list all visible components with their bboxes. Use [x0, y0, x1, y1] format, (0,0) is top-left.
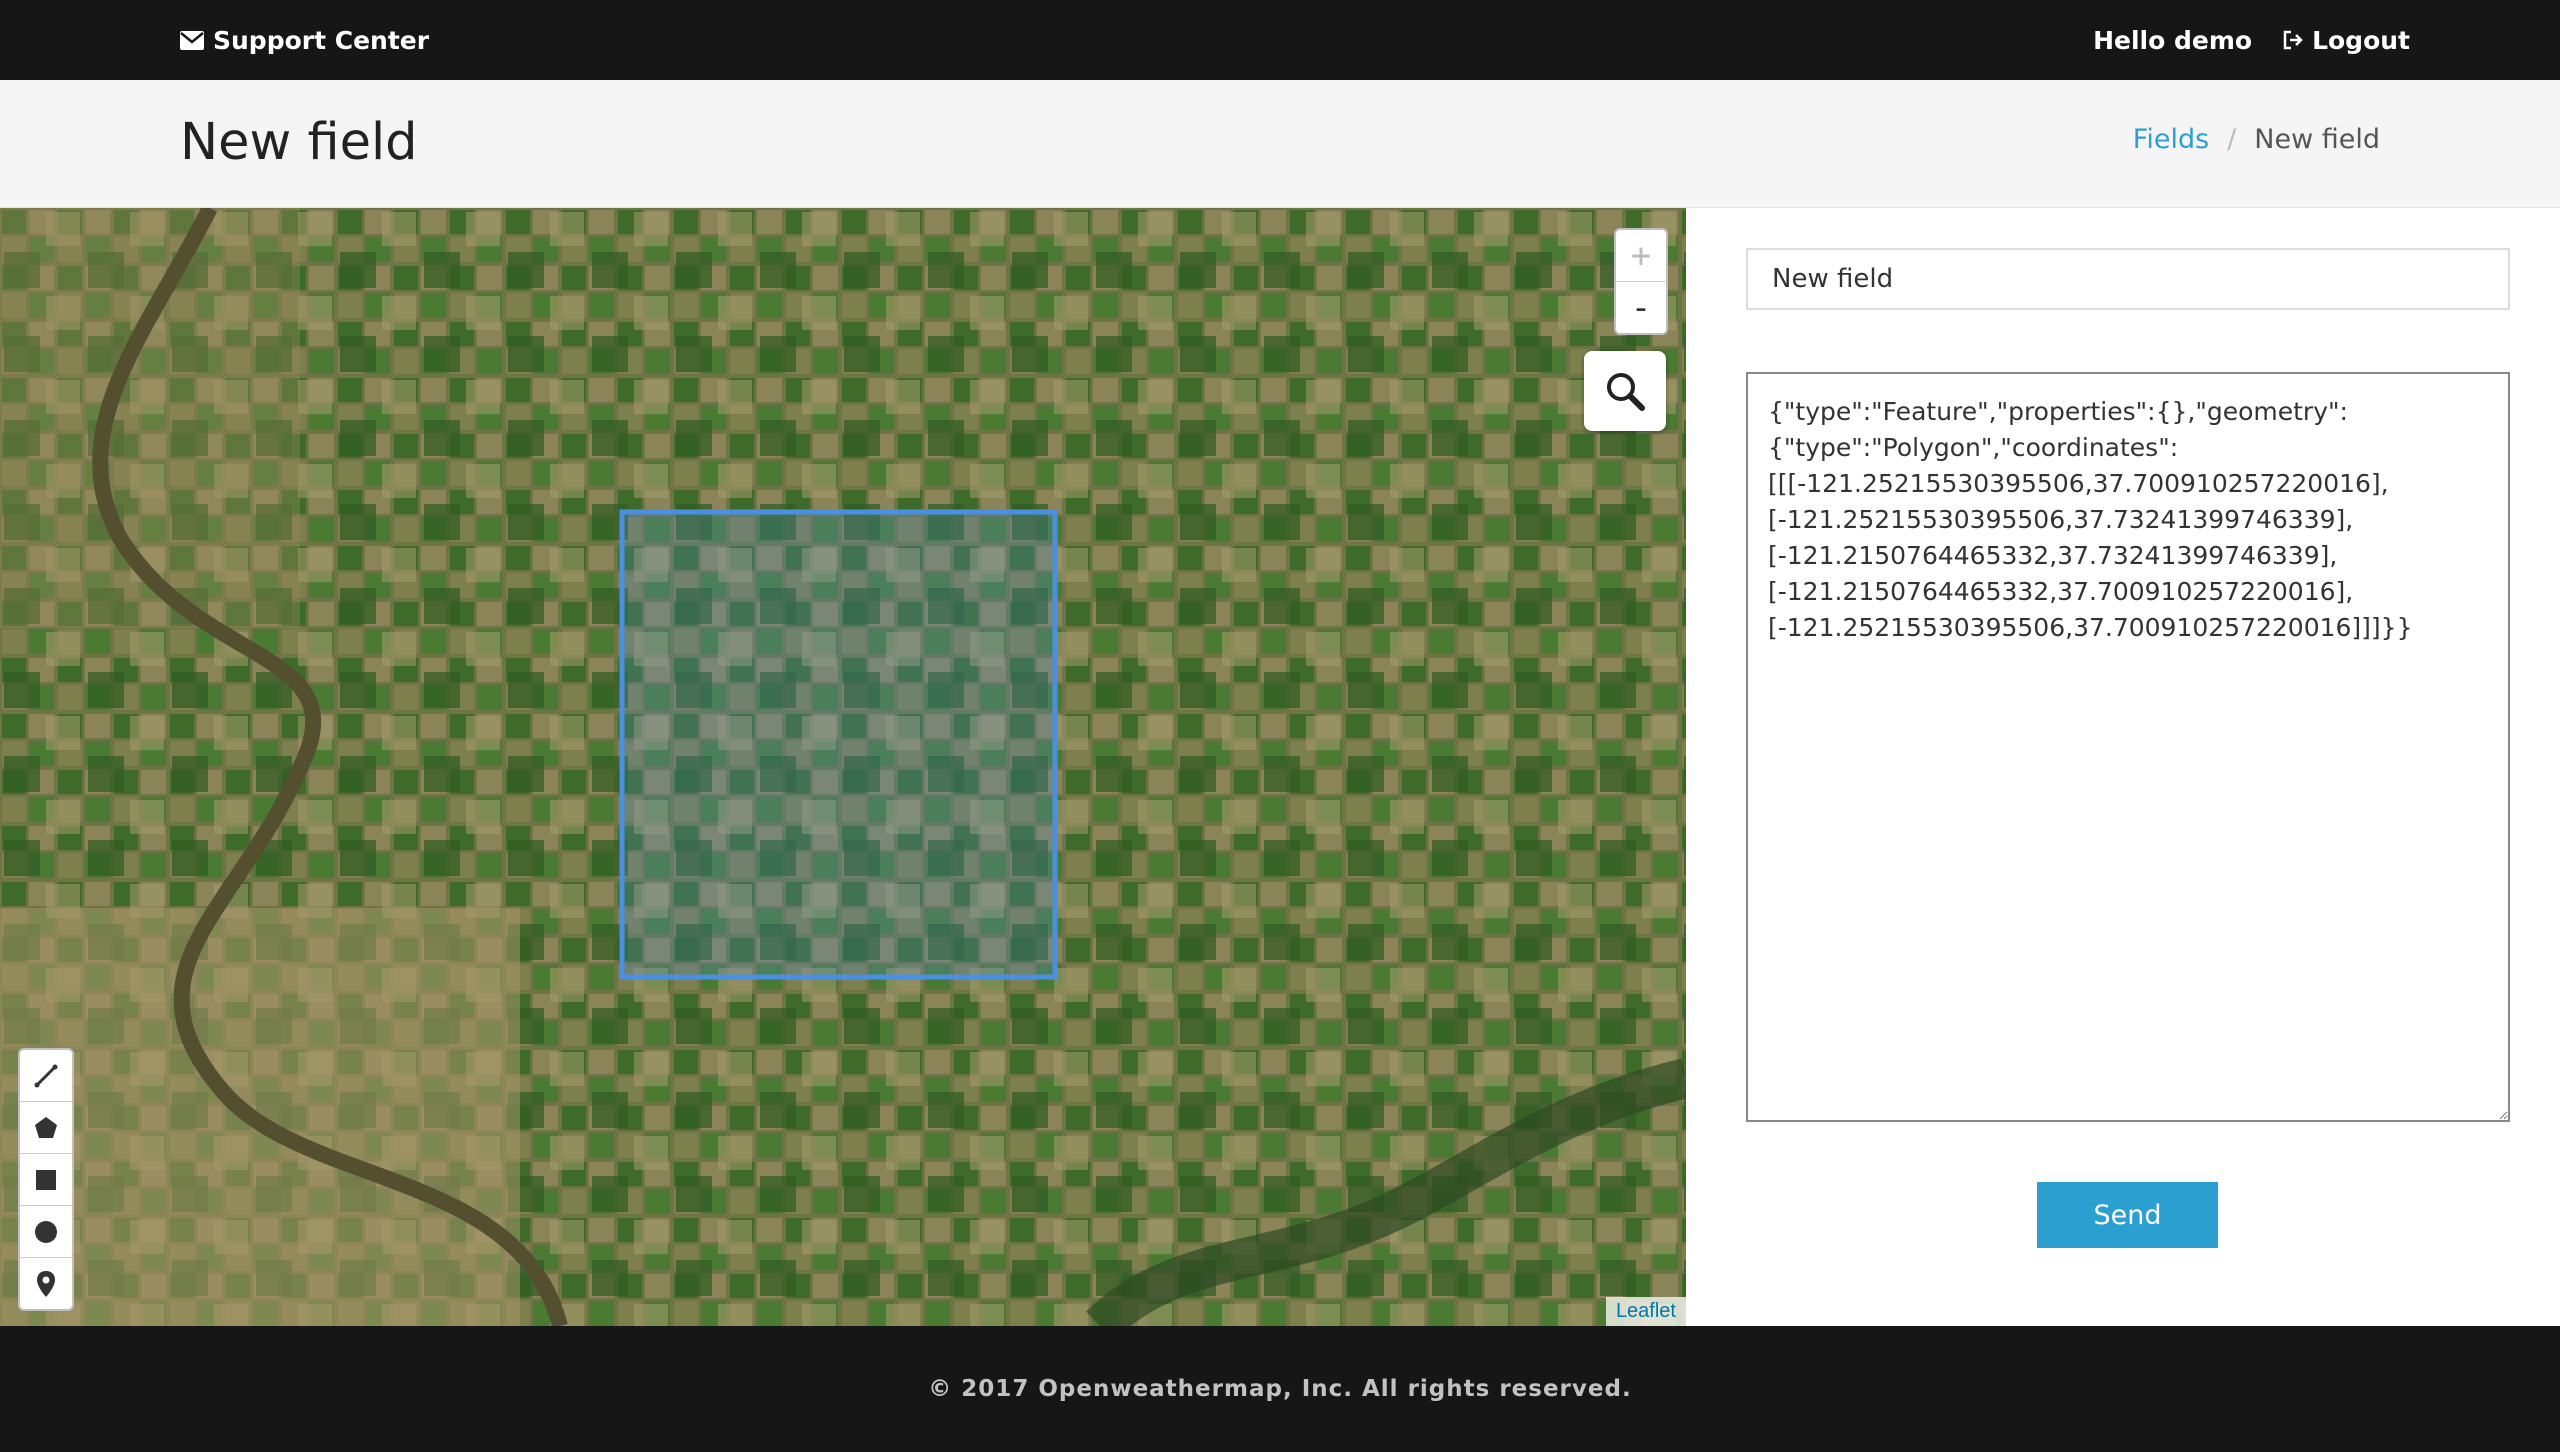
envelope-icon — [180, 30, 204, 50]
draw-toolbar — [18, 1048, 74, 1311]
zoom-control: + - — [1614, 228, 1668, 335]
breadcrumb-fields-link[interactable]: Fields — [2133, 124, 2209, 155]
breadcrumb: Fields / New field — [2133, 124, 2380, 155]
map-view[interactable]: + - Leaflet — [0, 208, 1686, 1326]
footer: © 2017 Openweathermap, Inc. All rights r… — [0, 1326, 2560, 1452]
draw-polygon-button[interactable] — [20, 1102, 72, 1154]
top-navbar: Support Center Hello demo Logout — [0, 0, 2560, 80]
rectangle-icon — [36, 1169, 56, 1190]
polyline-icon — [34, 1064, 58, 1087]
send-button[interactable]: Send — [2037, 1182, 2218, 1248]
logout-label: Logout — [2312, 25, 2410, 55]
search-icon — [1607, 373, 1645, 411]
page-header: New field Fields / New field — [0, 80, 2560, 208]
draw-marker-button[interactable] — [20, 1258, 72, 1309]
brand-link[interactable]: Support Center — [180, 0, 429, 80]
marker-icon — [37, 1270, 55, 1297]
field-name-input[interactable] — [1746, 248, 2510, 310]
zoom-out-button[interactable]: - — [1616, 282, 1666, 333]
polygon-icon — [35, 1116, 57, 1138]
copyright-text: © 2017 Openweathermap, Inc. All rights r… — [928, 1376, 1632, 1402]
user-greeting: Hello demo — [2093, 25, 2253, 55]
map-search-button[interactable] — [1584, 351, 1666, 431]
circle-icon — [35, 1220, 57, 1243]
user-menu: Hello demo Logout — [2093, 0, 2410, 80]
logout-link[interactable]: Logout — [2282, 26, 2410, 55]
leaflet-attribution-link[interactable]: Leaflet — [1605, 1297, 1686, 1326]
satellite-imagery — [0, 208, 1686, 1326]
breadcrumb-separator: / — [2227, 124, 2237, 155]
logout-icon — [2283, 30, 2303, 50]
breadcrumb-current: New field — [2254, 124, 2380, 155]
draw-circle-button[interactable] — [20, 1206, 72, 1258]
zoom-in-button[interactable]: + — [1616, 230, 1666, 282]
draw-polyline-button[interactable] — [20, 1050, 72, 1102]
geojson-textarea[interactable]: {"type":"Feature","properties":{},"geome… — [1746, 372, 2510, 1122]
page-title: New field — [180, 113, 418, 172]
brand-label: Support Center — [213, 25, 430, 55]
draw-rectangle-button[interactable] — [20, 1154, 72, 1206]
